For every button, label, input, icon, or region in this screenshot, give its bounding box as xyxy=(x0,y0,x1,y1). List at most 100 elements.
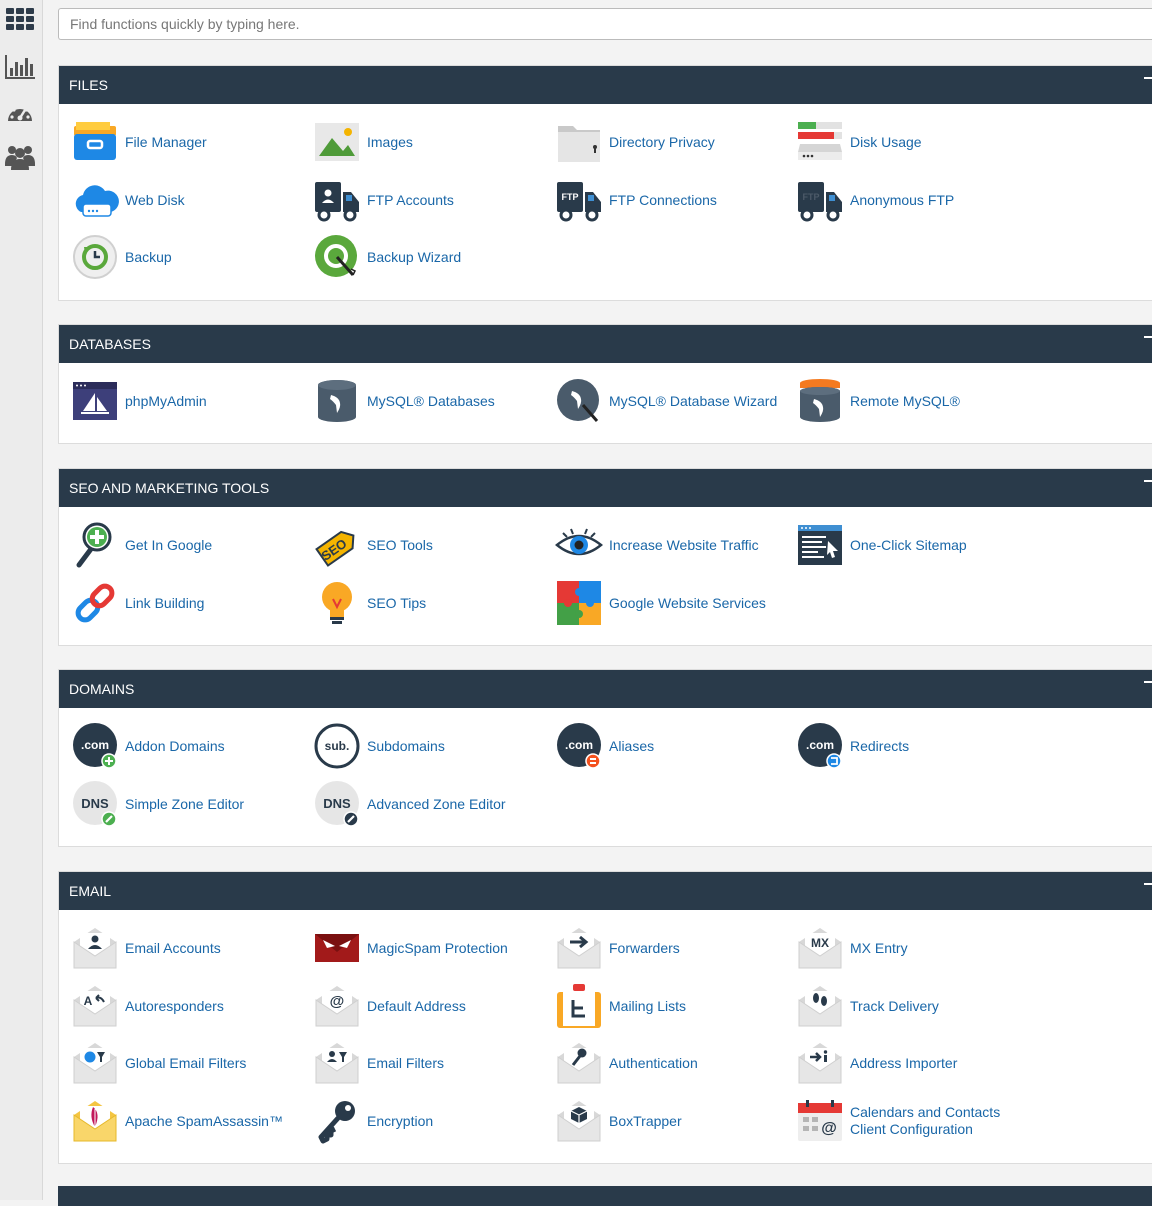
next-section-header[interactable] xyxy=(58,1186,1152,1206)
images-link[interactable]: Images xyxy=(313,118,413,166)
email-filters-icon xyxy=(313,1039,361,1087)
section-title: DOMAINS xyxy=(69,681,135,697)
mysql-wizard-link[interactable]: MySQL® Database Wizard xyxy=(555,377,777,425)
directory-privacy-link[interactable]: Directory Privacy xyxy=(555,118,715,166)
boxtrapper-link[interactable]: BoxTrapper xyxy=(555,1097,682,1145)
svg-text:.com: .com xyxy=(565,738,593,752)
global-email-filters-link[interactable]: Global Email Filters xyxy=(71,1039,246,1087)
ftp-connections-icon: FTP xyxy=(555,176,603,224)
svg-text:.com: .com xyxy=(806,738,834,752)
svg-text:FTP: FTP xyxy=(803,192,820,202)
forwarders-icon xyxy=(555,924,603,972)
email-accounts-icon xyxy=(71,924,119,972)
section-header[interactable]: DATABASES xyxy=(59,325,1152,363)
sitemap-icon xyxy=(796,521,844,569)
mailing-lists-link[interactable]: Mailing Lists xyxy=(555,982,686,1030)
forwarders-link[interactable]: Forwarders xyxy=(555,924,680,972)
svg-text:A: A xyxy=(84,994,93,1008)
encryption-link[interactable]: Encryption xyxy=(313,1097,433,1145)
section-header[interactable]: FILES xyxy=(59,66,1152,104)
seo-tools-link[interactable]: SEO SEO Tools xyxy=(313,521,433,569)
dashboard-gauge-icon[interactable] xyxy=(5,98,35,128)
spamassassin-link[interactable]: Apache SpamAssassin™ xyxy=(71,1097,283,1145)
left-sidebar xyxy=(0,0,43,1200)
section-title: DATABASES xyxy=(69,336,151,352)
get-in-google-icon xyxy=(71,521,119,569)
collapse-icon[interactable] xyxy=(1144,681,1152,683)
mx-entry-link[interactable]: MX MX Entry xyxy=(796,924,908,972)
web-disk-link[interactable]: Web Disk xyxy=(71,176,185,224)
address-importer-link[interactable]: Address Importer xyxy=(796,1039,957,1087)
ftp-connections-link[interactable]: FTP FTP Connections xyxy=(555,176,717,224)
stats-chart-icon[interactable] xyxy=(5,52,35,82)
anonymous-ftp-link[interactable]: FTP Anonymous FTP xyxy=(796,176,954,224)
email-filters-link[interactable]: Email Filters xyxy=(313,1039,444,1087)
backup-wizard-link[interactable]: Backup Wizard xyxy=(313,233,461,281)
ftp-accounts-link[interactable]: FTP Accounts xyxy=(313,176,454,224)
section-header[interactable]: DOMAINS xyxy=(59,670,1152,708)
default-address-link[interactable]: @ Default Address xyxy=(313,982,466,1030)
section-header[interactable]: SEO AND MARKETING TOOLS xyxy=(59,469,1152,507)
calendars-contacts-icon: @ xyxy=(796,1097,844,1145)
file-manager-icon xyxy=(71,118,119,166)
aliases-link[interactable]: .com Aliases xyxy=(555,722,654,770)
section-title: SEO AND MARKETING TOOLS xyxy=(69,480,270,496)
apps-grid-icon[interactable] xyxy=(5,4,35,34)
google-services-link[interactable]: Google Website Services xyxy=(555,579,766,627)
redirects-icon: .com xyxy=(796,722,844,770)
section-header[interactable]: EMAIL xyxy=(59,872,1152,910)
section-domains: DOMAINS .com Addon Domains sub. Subdomai… xyxy=(58,669,1152,847)
svg-text:DNS: DNS xyxy=(323,796,351,811)
aliases-icon: .com xyxy=(555,722,603,770)
calendars-contacts-link[interactable]: @ Calendars and Contacts Client Configur… xyxy=(796,1097,1000,1145)
mysql-databases-link[interactable]: MySQL® Databases xyxy=(313,377,495,425)
address-importer-icon xyxy=(796,1039,844,1087)
magicspam-link[interactable]: MagicSpam Protection xyxy=(313,924,508,972)
backup-link[interactable]: Backup xyxy=(71,233,172,281)
collapse-icon[interactable] xyxy=(1144,336,1152,338)
backup-icon xyxy=(71,233,119,281)
remote-mysql-link[interactable]: Remote MySQL® xyxy=(796,377,960,425)
backup-wizard-icon xyxy=(313,233,361,281)
users-group-icon[interactable] xyxy=(5,142,35,172)
collapse-icon[interactable] xyxy=(1144,480,1152,482)
advanced-zone-editor-link[interactable]: DNS Advanced Zone Editor xyxy=(313,780,506,828)
search-input[interactable] xyxy=(58,8,1152,40)
seo-tips-link[interactable]: SEO Tips xyxy=(313,579,426,627)
addon-domains-link[interactable]: .com Addon Domains xyxy=(71,722,225,770)
get-in-google-link[interactable]: Get In Google xyxy=(71,521,212,569)
authentication-icon xyxy=(555,1039,603,1087)
autoresponders-link[interactable]: A Autoresponders xyxy=(71,982,224,1030)
redirects-link[interactable]: .com Redirects xyxy=(796,722,909,770)
advanced-zone-editor-icon: DNS xyxy=(313,780,361,828)
mysql-databases-icon xyxy=(313,377,361,425)
svg-text:@: @ xyxy=(330,993,345,1010)
svg-text:.com: .com xyxy=(81,738,109,752)
website-traffic-link[interactable]: Increase Website Traffic xyxy=(555,521,759,569)
subdomains-link[interactable]: sub. Subdomains xyxy=(313,722,445,770)
file-manager-link[interactable]: File Manager xyxy=(71,118,207,166)
disk-usage-link[interactable]: Disk Usage xyxy=(796,118,922,166)
collapse-icon[interactable] xyxy=(1144,883,1152,885)
magicspam-icon xyxy=(313,924,361,972)
section-files: FILES File Manager Images Directory Priv… xyxy=(58,65,1152,301)
anonymous-ftp-icon: FTP xyxy=(796,176,844,224)
link-building-link[interactable]: Link Building xyxy=(71,579,204,627)
spamassassin-icon xyxy=(71,1097,119,1145)
link-building-icon xyxy=(71,579,119,627)
web-disk-icon xyxy=(71,176,119,224)
track-delivery-icon xyxy=(796,982,844,1030)
collapse-icon[interactable] xyxy=(1144,77,1152,79)
phpmyadmin-link[interactable]: phpMyAdmin xyxy=(71,377,207,425)
directory-privacy-icon xyxy=(555,118,603,166)
addon-domains-icon: .com xyxy=(71,722,119,770)
authentication-link[interactable]: Authentication xyxy=(555,1039,698,1087)
sitemap-link[interactable]: One-Click Sitemap xyxy=(796,521,967,569)
email-accounts-link[interactable]: Email Accounts xyxy=(71,924,221,972)
svg-text:@: @ xyxy=(821,1120,837,1137)
track-delivery-link[interactable]: Track Delivery xyxy=(796,982,939,1030)
subdomains-icon: sub. xyxy=(313,722,361,770)
simple-zone-editor-link[interactable]: DNS Simple Zone Editor xyxy=(71,780,244,828)
autoresponders-icon: A xyxy=(71,982,119,1030)
disk-usage-icon xyxy=(796,118,844,166)
